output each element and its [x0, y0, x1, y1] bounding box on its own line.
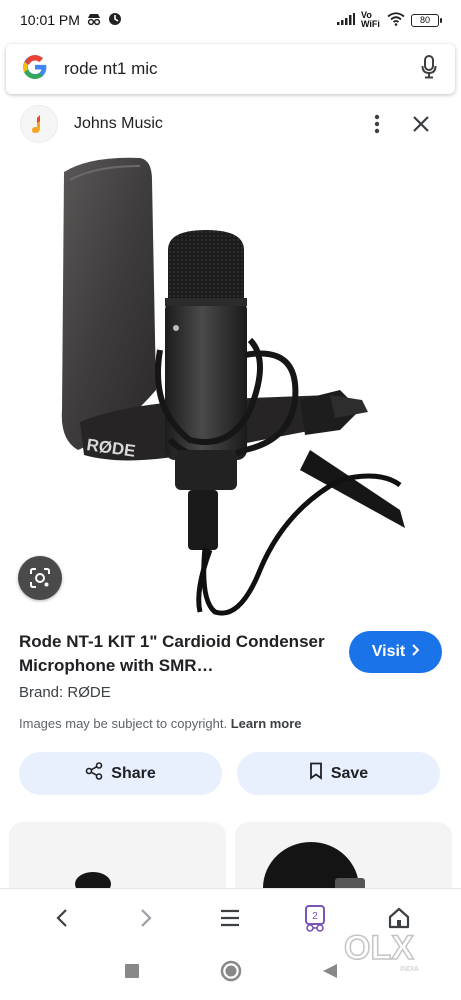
tabs-nav-button[interactable]: 2	[295, 898, 335, 938]
save-label: Save	[330, 764, 369, 782]
wifi-icon	[387, 12, 405, 28]
back-button[interactable]	[322, 963, 338, 984]
bookmark-icon	[309, 762, 323, 785]
data-saver-icon	[108, 12, 122, 29]
more-options-icon[interactable]	[357, 104, 397, 144]
visit-button-label: Visit	[371, 643, 406, 660]
signal-icon	[337, 13, 355, 27]
microphone-kit-illustration: RØDE	[61, 157, 405, 616]
forward-nav-button[interactable]	[126, 898, 166, 938]
menu-nav-button[interactable]	[210, 898, 250, 938]
circle-icon	[220, 960, 241, 981]
menu-icon	[221, 909, 240, 926]
google-logo-icon[interactable]	[22, 54, 48, 85]
tab-count: 2	[312, 911, 318, 922]
status-bar: 10:01 PM Vo WiFi 80	[0, 0, 461, 40]
status-right: Vo WiFi 80	[337, 10, 442, 29]
product-brand: Brand: RØDE	[19, 684, 111, 701]
close-icon[interactable]	[401, 104, 441, 144]
source-name[interactable]: Johns Music	[74, 115, 357, 133]
google-lens-button[interactable]	[18, 556, 62, 600]
source-header: Johns Music	[0, 100, 461, 148]
back-nav-button[interactable]	[42, 898, 82, 938]
battery-icon: 80	[411, 13, 442, 27]
olx-watermark: OLX INDIA	[340, 925, 432, 973]
search-input[interactable]: rode nt1 mic	[64, 59, 421, 79]
share-label: Share	[111, 764, 156, 782]
recents-button[interactable]	[124, 963, 140, 984]
square-icon	[124, 963, 139, 978]
status-left: 10:01 PM	[20, 12, 122, 29]
chevron-right-icon	[141, 908, 152, 927]
microphone-icon[interactable]	[421, 54, 437, 84]
chevron-left-icon	[56, 908, 67, 927]
watermark-subtext: INDIA	[400, 966, 419, 973]
save-button[interactable]: Save	[237, 752, 440, 795]
tabs-icon: 2	[304, 904, 325, 932]
google-lens-icon	[30, 568, 50, 588]
share-button[interactable]: Share	[19, 752, 222, 795]
network-label: Vo WiFi	[361, 10, 380, 29]
triangle-back-icon	[322, 963, 337, 978]
visit-button[interactable]: Visit	[349, 631, 442, 673]
incognito-icon	[86, 12, 102, 29]
chevron-right-icon	[411, 643, 420, 661]
search-bar[interactable]: rode nt1 mic	[6, 44, 455, 94]
copyright-notice: Images may be subject to copyright. Lear…	[19, 716, 302, 731]
home-button[interactable]	[220, 960, 242, 987]
copyright-text: Images may be subject to copyright.	[19, 716, 228, 731]
share-icon	[85, 762, 103, 785]
watermark-text: OLX	[344, 929, 414, 967]
product-image[interactable]: RØDE	[0, 150, 461, 620]
product-title[interactable]: Rode NT-1 KIT 1" Cardioid Condenser Micr…	[19, 630, 329, 678]
status-time: 10:01 PM	[20, 12, 80, 28]
battery-level: 80	[419, 15, 430, 25]
johns-music-favicon-icon	[20, 105, 58, 143]
learn-more-link[interactable]: Learn more	[231, 716, 302, 731]
